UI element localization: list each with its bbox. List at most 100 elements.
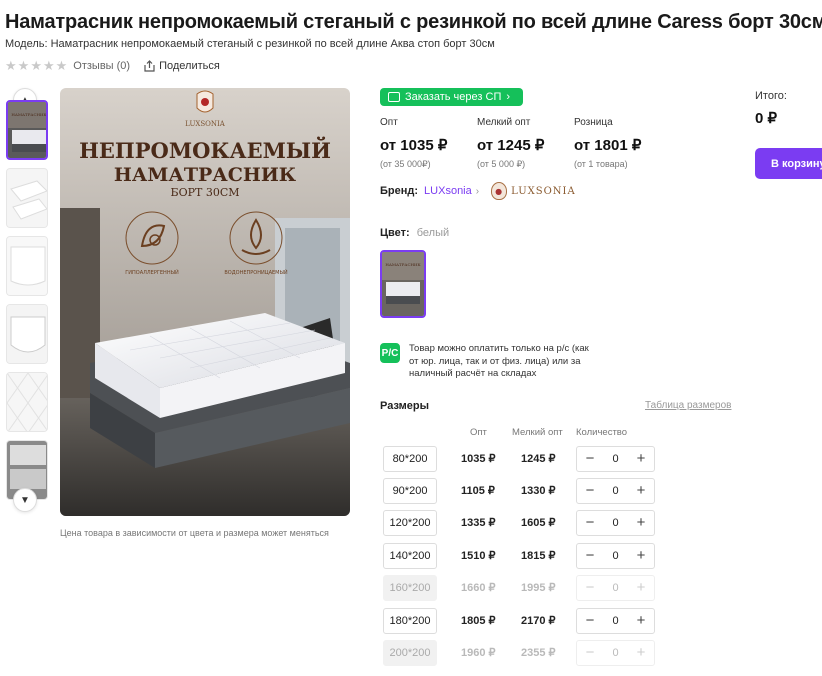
size-opt-price: 1335 ₽ (461, 517, 496, 529)
price-condition: (от 35 000₽) (380, 159, 431, 169)
size-small-price: 1245 ₽ (521, 453, 556, 465)
price-value: от 1245 ₽ (477, 137, 545, 154)
quantity-stepper: − 0 + (576, 510, 655, 536)
chevron-down-icon[interactable]: ▼ (13, 488, 37, 512)
brand-logo[interactable]: ● LUXSONIA (491, 182, 576, 200)
plus-icon[interactable]: + (634, 451, 648, 466)
col-head-opt: Опт (470, 427, 487, 438)
size-row: 90*200 1105 ₽ 1330 ₽ − 0 + (383, 478, 658, 504)
size-row: 160*200 1660 ₽ 1995 ₽ − 0 + (383, 575, 658, 601)
bank-transfer-icon: Р/С (380, 343, 400, 363)
price-wholesale: Опт от 1035 ₽ (от 35 000₽) (380, 117, 447, 170)
size-small-price: 1605 ₽ (521, 517, 556, 529)
minus-icon[interactable]: − (583, 613, 597, 628)
star-icon: ★ (42, 58, 55, 73)
size-option[interactable]: 90*200 (383, 478, 437, 504)
size-option: 160*200 (383, 575, 437, 601)
payment-notice: Р/С Товар можно оплатить только на р/с (… (380, 343, 589, 381)
product-model: Модель: Наматрасник непромокаемый стеган… (5, 38, 495, 50)
plus-icon: + (636, 644, 646, 661)
thumbnail-4[interactable] (6, 304, 48, 364)
image-headline-3: БОРТ 30СМ (170, 186, 239, 199)
quantity-value[interactable]: 0 (612, 550, 618, 562)
quantity-value: 0 (612, 647, 619, 659)
size-option[interactable]: 120*200 (383, 510, 437, 536)
chevron-right-icon: › (475, 185, 480, 197)
share-icon (144, 59, 155, 72)
price-label: Розница (574, 117, 613, 128)
svg-text:НАМАТРАСНИК: НАМАТРАСНИК (385, 262, 421, 267)
cart-icon (388, 92, 400, 102)
color-row: Цвет: белый (380, 227, 449, 239)
brand-label: Бренд: (380, 185, 419, 197)
thumbnail-2[interactable] (6, 168, 48, 228)
thumbnail-1[interactable]: НАМАТРАСНИК (6, 100, 48, 160)
brand-row: Бренд: LUXsonia › ● LUXSONIA (380, 182, 576, 200)
plus-icon[interactable]: + (634, 548, 648, 563)
thumbnail-5[interactable] (6, 372, 48, 432)
minus-icon[interactable]: − (583, 515, 597, 530)
size-small-price: 1815 ₽ (521, 550, 556, 562)
add-to-cart-button[interactable]: В корзину (755, 148, 822, 179)
badge-waterproof-text: ВОДОНЕПРОНИЦАЕМЫЙ (224, 269, 288, 276)
quantity-stepper: − 0 + (576, 640, 655, 666)
payment-text: Товар можно оплатить только на р/с (как … (409, 343, 589, 379)
price-retail: Розница от 1801 ₽ (от 1 товара) (574, 117, 641, 169)
svg-text:НАМАТРАСНИК: НАМАТРАСНИК (11, 112, 47, 117)
minus-icon: − (585, 644, 595, 661)
plus-icon[interactable]: + (634, 515, 648, 530)
price-value: от 1035 ₽ (380, 137, 448, 154)
price-label: Опт (380, 117, 398, 128)
price-value: от 1801 ₽ (574, 137, 642, 154)
col-head-qty: Количество (576, 427, 628, 438)
size-option: 200*200 (383, 640, 437, 666)
brand-logo-text: LUXSONIA (511, 185, 576, 197)
plus-icon: + (636, 579, 646, 596)
size-row: 140*200 1510 ₽ 1815 ₽ − 0 + (383, 543, 658, 569)
plus-icon[interactable]: + (634, 613, 648, 628)
size-option[interactable]: 80*200 (383, 446, 437, 472)
price-condition: (от 5 000 ₽) (477, 159, 526, 169)
quantity-value[interactable]: 0 (612, 453, 618, 465)
size-table-link[interactable]: Таблица размеров (645, 400, 731, 411)
size-opt-price: 1035 ₽ (461, 453, 496, 465)
size-option[interactable]: 140*200 (383, 543, 437, 569)
size-row: 200*200 1960 ₽ 2355 ₽ − 0 + (383, 640, 658, 666)
reviews-link[interactable]: Отзывы (0) (73, 60, 130, 72)
size-row: 80*200 1035 ₽ 1245 ₽ − 0 + (383, 446, 658, 472)
total-value: 0 ₽ (755, 110, 778, 127)
thumbnail-strip: ▲ НАМАТРАСНИК ▼ (6, 88, 50, 514)
star-icon: ★ (5, 58, 17, 73)
price-condition: (от 1 товара) (574, 159, 628, 169)
plus-icon[interactable]: + (634, 483, 648, 498)
price-small-wholesale: Мелкий опт от 1245 ₽ (от 5 000 ₽) (477, 117, 544, 170)
image-logo-text: LUXSONIA (185, 120, 226, 128)
share-button[interactable]: Поделиться (144, 60, 220, 72)
product-title: Наматрасник непромокаемый стеганый с рез… (5, 11, 822, 33)
brand-link[interactable]: LUXsonia (424, 185, 472, 197)
main-product-image[interactable]: LUXSONIA НЕПРОМОКАЕМЫЙ НАМАТРАСНИК БОРТ … (60, 88, 350, 516)
quantity-stepper: − 0 + (576, 446, 655, 472)
quantity-value[interactable]: 0 (612, 615, 618, 627)
quantity-stepper: − 0 + (576, 608, 655, 634)
total-label: Итого: (755, 90, 787, 102)
quantity-value[interactable]: 0 (612, 485, 618, 497)
star-icon: ★ (17, 58, 30, 73)
minus-icon[interactable]: − (583, 451, 597, 466)
thumbnail-3[interactable] (6, 236, 48, 296)
sp-button-label: Заказать через СП (405, 91, 502, 103)
quantity-value[interactable]: 0 (612, 517, 618, 529)
minus-icon[interactable]: − (583, 548, 597, 563)
star-icon: ★ (30, 58, 42, 73)
minus-icon[interactable]: − (583, 483, 597, 498)
size-row: 180*200 1805 ₽ 2170 ₽ − 0 + (383, 608, 658, 634)
col-head-small: Мелкий опт (512, 427, 563, 438)
quantity-stepper: − 0 + (576, 543, 655, 569)
order-via-sp-button[interactable]: Заказать через СП › (380, 88, 523, 106)
color-swatch-white[interactable]: НАМАТРАСНИК (380, 250, 426, 318)
size-option[interactable]: 180*200 (383, 608, 437, 634)
sizes-title: Размеры (380, 400, 430, 412)
size-opt-price: 1960 ₽ (461, 647, 496, 659)
size-row: 120*200 1335 ₽ 1605 ₽ − 0 + (383, 510, 658, 536)
size-small-price: 2170 ₽ (521, 615, 556, 627)
